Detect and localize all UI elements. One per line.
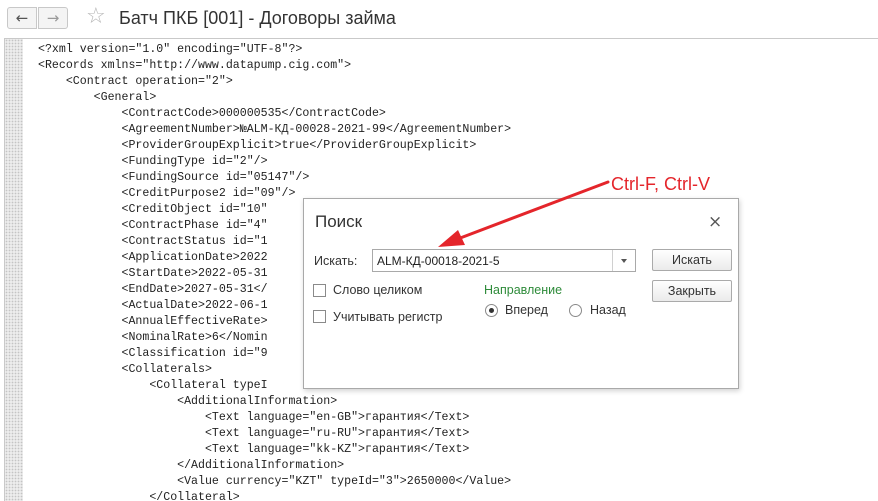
back-button[interactable]: ← [7, 7, 37, 29]
direction-label: Направление [484, 283, 563, 297]
dropdown-button[interactable] [612, 250, 635, 271]
back-radio-label[interactable]: Назад [590, 303, 626, 317]
code-line: <Text language="en-GB">гарантия</Text> [38, 411, 470, 424]
search-input[interactable] [373, 250, 617, 271]
code-line: <General> [38, 91, 157, 104]
editor-gutter [5, 39, 23, 501]
whole-word-checkbox[interactable] [313, 284, 326, 297]
arrow-left-icon: ← [15, 9, 29, 27]
search-combobox[interactable] [372, 249, 636, 272]
code-line: <?xml version="1.0" encoding="UTF-8"?> [38, 43, 303, 56]
code-line: </Collateral> [38, 491, 240, 501]
star-icon[interactable]: ☆ [86, 4, 106, 29]
dialog-title: Поиск [315, 212, 363, 231]
chevron-down-icon [621, 258, 627, 263]
close-icon[interactable]: × [708, 212, 722, 232]
code-line: <Contract operation="2"> [38, 75, 233, 88]
find-button[interactable]: Искать [652, 249, 732, 271]
code-line: <AdditionalInformation> [38, 395, 338, 408]
code-line: <FundingType id="2"/> [38, 155, 268, 168]
match-case-checkbox[interactable] [313, 310, 326, 323]
back-radio[interactable] [569, 304, 582, 317]
forward-radio-label[interactable]: Вперед [505, 303, 548, 317]
arrow-right-icon: → [46, 9, 60, 27]
code-line: <Value currency="KZT" typeId="3">2650000… [38, 475, 512, 488]
annotation-text: Ctrl-F, Ctrl-V [611, 174, 710, 194]
close-button[interactable]: Закрыть [652, 280, 732, 302]
code-line: <Text language="ru-RU">гарантия</Text> [38, 427, 470, 440]
code-line: <FundingSource id="05147"/> [38, 171, 310, 184]
code-line: <Records xmlns="http://www.datapump.cig.… [38, 59, 352, 72]
find-dialog: Поиск × Искать: Искать Закрыть Слово цел… [303, 198, 739, 389]
search-label: Искать: [314, 254, 358, 268]
title-bar: ← → ☆ Батч ПКБ [001] - Договоры займа [0, 0, 878, 38]
forward-radio[interactable] [485, 304, 498, 317]
code-line: <AgreementNumber>№ALM-КД-00028-2021-99</… [38, 123, 512, 136]
forward-button[interactable]: → [38, 7, 68, 29]
code-line: <Text language="kk-KZ">гарантия</Text> [38, 443, 470, 456]
whole-word-label[interactable]: Слово целиком [333, 283, 422, 297]
match-case-label[interactable]: Учитывать регистр [333, 310, 442, 324]
code-line: </AdditionalInformation> [38, 459, 345, 472]
code-line: <ProviderGroupExplicit>true</ProviderGro… [38, 139, 477, 152]
code-line: <ContractCode>000000535</ContractCode> [38, 107, 386, 120]
window-title: Батч ПКБ [001] - Договоры займа [119, 8, 396, 28]
